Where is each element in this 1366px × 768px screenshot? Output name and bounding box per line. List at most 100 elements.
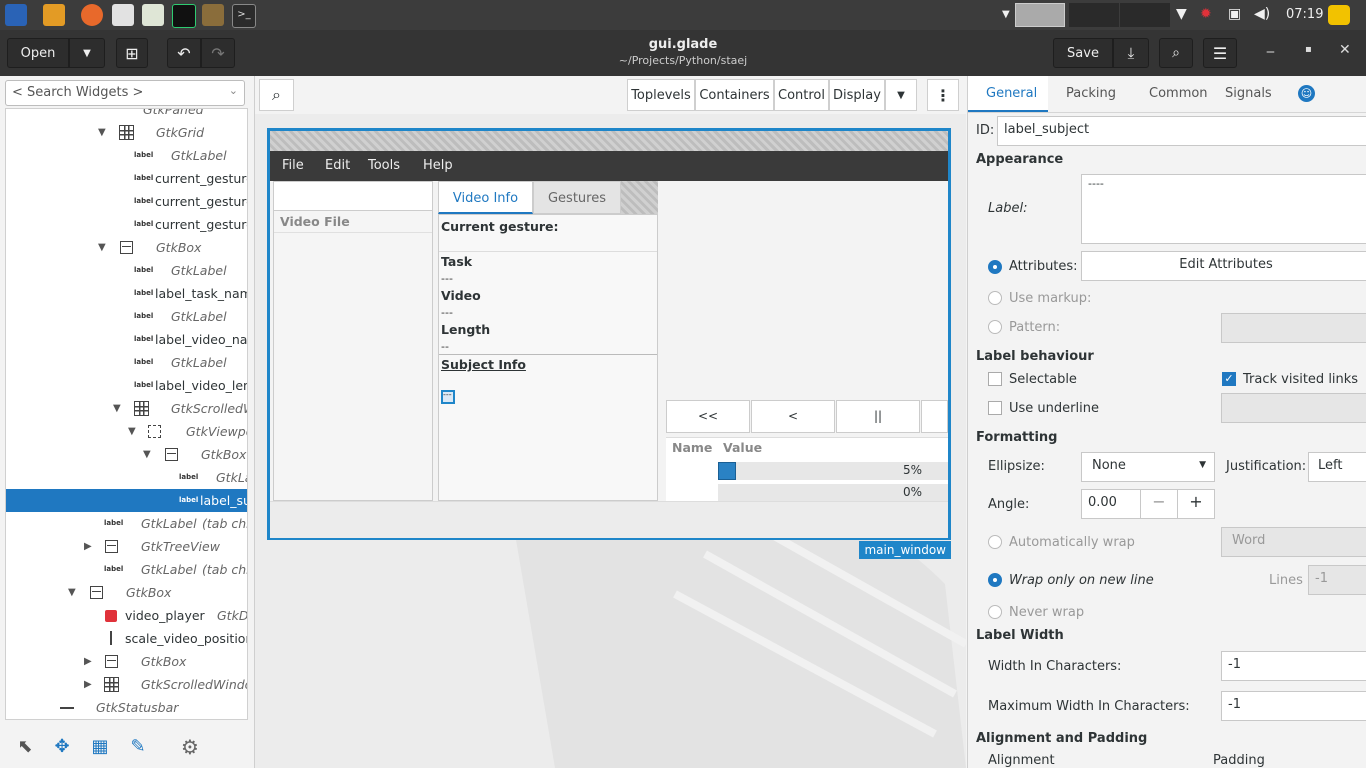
tree-row[interactable]: GtkPaned [6, 109, 247, 121]
next-button[interactable] [921, 400, 948, 433]
pycharm-icon[interactable] [172, 4, 196, 28]
pause-button[interactable]: || [836, 400, 920, 433]
tree-row[interactable]: ▼ GtkViewpo [6, 420, 247, 443]
progress-row[interactable]: 5% [718, 462, 948, 480]
never-wrap-radio[interactable] [988, 605, 1002, 619]
tree-row[interactable]: scale_video_position [6, 627, 247, 650]
use-underline-checkbox[interactable] [988, 401, 1002, 415]
main-window-preview[interactable]: File Edit Tools Help Video File Video In… [267, 128, 951, 540]
palette-menu-button[interactable]: ⋮ [927, 79, 959, 111]
lines-input[interactable]: -1 [1308, 565, 1366, 595]
files-app-icon[interactable] [43, 4, 65, 26]
palette-more-dropdown[interactable]: ▼ [885, 79, 917, 111]
align-icon[interactable]: ▦ [89, 736, 111, 758]
video-file-header[interactable]: Video File [274, 211, 432, 233]
tab-signals[interactable]: Signals [1225, 86, 1272, 101]
wrap-mode-select[interactable]: Word [1221, 527, 1366, 557]
palette-toplevels[interactable]: Toplevels [627, 79, 695, 111]
angle-decrement-button[interactable]: − [1140, 489, 1178, 519]
label-subject-selected[interactable]: --- [441, 390, 455, 404]
tab-video-info[interactable]: Video Info [438, 181, 533, 214]
tree-row[interactable]: label current_gesture [6, 213, 247, 236]
pointer-icon[interactable]: ⬉ [14, 736, 36, 758]
tree-row[interactable]: ▶ GtkTreeView [6, 535, 247, 558]
expander-open-icon[interactable]: ▼ [113, 397, 121, 420]
pattern-input[interactable] [1221, 313, 1366, 343]
auto-wrap-radio[interactable] [988, 535, 1002, 549]
use-markup-radio[interactable] [988, 291, 1002, 305]
tree-row[interactable]: video_player GtkD [6, 604, 247, 627]
preview-button[interactable]: ⌕ [1159, 38, 1193, 68]
palette-display[interactable]: Display [829, 79, 885, 111]
step-back-button[interactable]: < [751, 400, 835, 433]
menu-tools[interactable]: Tools [368, 158, 400, 173]
progress-row[interactable]: 0% [718, 484, 948, 502]
video-player[interactable] [666, 181, 948, 400]
track-visited-checkbox[interactable]: ✓ [1222, 372, 1236, 386]
tree-row[interactable]: label GtkLabel [6, 305, 247, 328]
width-chars-input[interactable]: -1 [1221, 651, 1366, 681]
search-widgets-input[interactable]: < Search Widgets > ⌄ [5, 80, 245, 106]
tree-row[interactable]: label GtkLabel [6, 144, 247, 167]
accessibility-icon[interactable]: ☺ [1298, 85, 1315, 102]
tree-row[interactable]: ▼ GtkBox [6, 443, 247, 466]
expander-open-icon[interactable]: ▼ [128, 420, 136, 443]
properties-tree[interactable]: Name Value 5% 0% [666, 437, 948, 502]
volume-icon[interactable]: ◀) [1254, 6, 1270, 22]
tab-common[interactable]: Common [1149, 86, 1208, 101]
active-window-thumb[interactable] [1015, 3, 1065, 27]
clipboard-icon[interactable]: ▣ [1228, 6, 1241, 22]
expander-closed-icon[interactable]: ▶ [84, 673, 92, 696]
user-indicator-icon[interactable] [1328, 5, 1350, 25]
mnemonic-widget-input[interactable] [1221, 393, 1366, 423]
ellipsize-select[interactable]: None ▼ [1081, 452, 1215, 482]
widget-tree[interactable]: GtkPaned ▼ GtkGrid label GtkLabel label … [5, 108, 248, 720]
expander-open-icon[interactable]: ▼ [143, 443, 151, 466]
expander-closed-icon[interactable]: ▶ [84, 535, 92, 558]
attributes-radio[interactable] [988, 260, 1002, 274]
label-text-area[interactable]: ---- [1081, 174, 1366, 244]
terminal-icon[interactable]: >_ [232, 4, 256, 28]
pattern-radio[interactable] [988, 320, 1002, 334]
tree-row[interactable]: label label_video_nar [6, 328, 247, 351]
menu-edit[interactable]: Edit [325, 158, 350, 173]
menu-file[interactable]: File [282, 158, 304, 173]
tree-row-selected[interactable]: label label_su [6, 489, 247, 512]
workspace-3[interactable] [1120, 3, 1170, 27]
tree-row[interactable]: label current_gesture [6, 190, 247, 213]
tree-row[interactable]: label GtkLabel (tab chilc [6, 512, 247, 535]
workspace-2[interactable] [1069, 3, 1119, 27]
video-file-list[interactable]: Video File [273, 181, 433, 501]
tab-packing[interactable]: Packing [1066, 86, 1116, 101]
search-palette-button[interactable]: ⌕ [259, 79, 294, 111]
expander-open-icon[interactable]: ▼ [98, 236, 106, 259]
tree-row[interactable]: label GtkLabel [6, 351, 247, 374]
folder-icon[interactable] [202, 4, 224, 26]
tree-row[interactable]: ▼ GtkBox [6, 581, 247, 604]
wifi-icon[interactable]: ▼ [1176, 6, 1187, 22]
palette-control[interactable]: Control [774, 79, 829, 111]
expander-closed-icon[interactable]: ▶ [84, 650, 92, 673]
tab-general-label[interactable]: General [986, 86, 1037, 101]
tree-row[interactable]: ▶ GtkScrolledWindow [6, 673, 247, 696]
tree-row[interactable]: label label_video_len [6, 374, 247, 397]
tab-gestures[interactable]: Gestures [533, 181, 621, 214]
tree-row[interactable]: ▼ GtkScrolledW [6, 397, 247, 420]
expander-open-icon[interactable]: ▼ [68, 581, 76, 604]
gear-icon[interactable]: ⚙ [179, 736, 201, 758]
expander-open-icon[interactable]: ▼ [98, 121, 106, 144]
start-menu-icon[interactable] [5, 4, 27, 26]
glade-icon[interactable] [142, 4, 164, 26]
justification-select[interactable]: Left [1308, 452, 1366, 482]
wrap-new-line-radio[interactable] [988, 573, 1002, 587]
tree-row[interactable]: ▼ GtkBox [6, 236, 247, 259]
update-icon[interactable]: ✹ [1200, 6, 1212, 22]
maximize-button[interactable]: ▪ [1305, 44, 1312, 55]
rewind-button[interactable]: << [666, 400, 750, 433]
clock[interactable]: 07:19 [1286, 7, 1323, 22]
tree-row[interactable]: label GtkLa [6, 466, 247, 489]
firefox-icon[interactable] [81, 4, 103, 26]
menu-help[interactable]: Help [423, 158, 453, 173]
pin-icon[interactable]: ✎ [127, 736, 149, 758]
design-canvas[interactable]: File Edit Tools Help Video File Video In… [255, 114, 966, 768]
